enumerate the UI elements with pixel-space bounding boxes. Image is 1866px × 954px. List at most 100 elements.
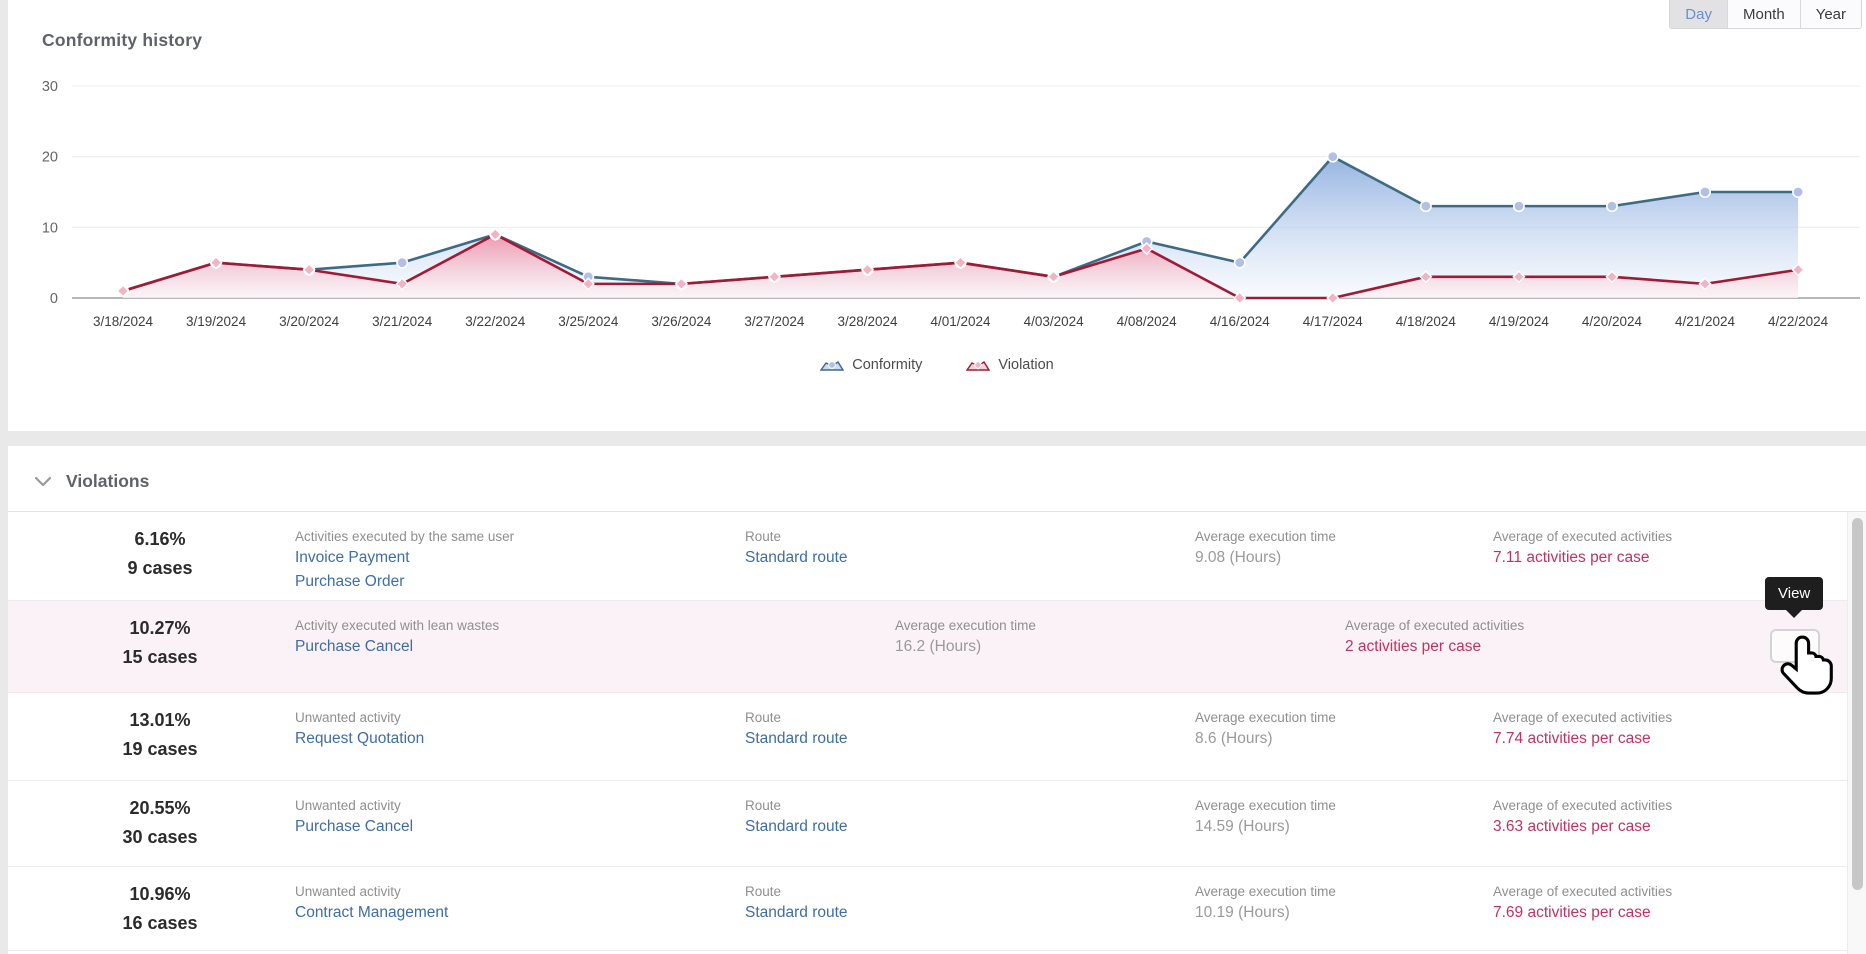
violation-percent: 10.96% (40, 880, 280, 909)
violation-stats: 20.55%30 cases (40, 794, 280, 852)
avg-execution-time-value: 14.59 (Hours) (1195, 815, 1336, 839)
legend-item-conformity[interactable]: Conformity (820, 357, 922, 373)
activity-link[interactable]: Purchase Order (295, 570, 514, 594)
avg-execution-time-label: Average execution time (895, 616, 1036, 635)
route-label: Route (745, 882, 848, 901)
avg-activities-label: Average of executed activities (1345, 616, 1524, 635)
x-axis-tick: 3/19/2024 (186, 314, 247, 329)
activity-link[interactable]: Invoice Payment (295, 546, 514, 570)
conformity-point[interactable] (1607, 201, 1617, 211)
avg-activities-link[interactable]: 7.74 activities per case (1493, 727, 1672, 751)
period-button-day[interactable]: Day (1670, 0, 1727, 28)
violation-row[interactable]: 13.01%19 cases Unwanted activityRequest Q… (8, 693, 1848, 781)
avg-execution-time-value: 9.08 (Hours) (1195, 546, 1336, 570)
violation-case-count: 16 cases (40, 909, 280, 938)
route-label: Route (745, 796, 848, 815)
route-label: Route (745, 708, 848, 727)
avg-activities-link[interactable]: 7.69 activities per case (1493, 901, 1672, 925)
period-button-month[interactable]: Month (1727, 0, 1800, 28)
avg-activities-label: Average of executed activities (1493, 796, 1672, 815)
avg-execution-time-label: Average execution time (1195, 796, 1336, 815)
violations-list: 6.16%9 casesActivities executed by the s… (8, 512, 1848, 951)
avg-activities-column: Average of executed activities7.11 activ… (1493, 527, 1672, 570)
violations-section-header[interactable]: Violations (34, 471, 149, 492)
y-axis-tick-10: 10 (42, 220, 58, 236)
route-column: RouteStandard route (745, 708, 848, 751)
x-axis-tick: 4/03/2024 (1024, 314, 1085, 329)
legend-label: Conformity (852, 357, 922, 373)
conformity-point[interactable] (1514, 201, 1524, 211)
route-link[interactable]: Standard route (745, 546, 848, 570)
violation-row[interactable]: 20.55%30 cases Unwanted activityPurchase … (8, 781, 1848, 867)
x-axis-tick: 4/21/2024 (1675, 314, 1736, 329)
violation-type-column: Unwanted activityContract Management (295, 882, 448, 925)
avg-execution-time-value: 10.19 (Hours) (1195, 901, 1336, 925)
violation-case-count: 9 cases (40, 554, 280, 583)
x-axis-tick: 4/19/2024 (1489, 314, 1550, 329)
conformity-point[interactable] (1793, 187, 1803, 197)
route-column: RouteStandard route (745, 527, 848, 570)
violation-percent: 13.01% (40, 706, 280, 735)
route-link[interactable]: Standard route (745, 727, 848, 751)
avg-activities-link[interactable]: 3.63 activities per case (1493, 815, 1672, 839)
avg-activities-label: Average of executed activities (1493, 882, 1672, 901)
conformity-point[interactable] (1421, 201, 1431, 211)
avg-activities-link[interactable]: 2 activities per case (1345, 635, 1524, 659)
violation-type-label: Unwanted activity (295, 882, 448, 901)
x-axis-tick: 3/22/2024 (465, 314, 526, 329)
period-button-year[interactable]: Year (1800, 0, 1861, 28)
x-axis-tick: 3/21/2024 (372, 314, 433, 329)
x-axis-tick: 4/01/2024 (931, 314, 992, 329)
conformity-point[interactable] (1328, 151, 1338, 161)
violation-row[interactable]: 10.96%16 cases Unwanted activityContract … (8, 867, 1848, 951)
x-axis-tick: 3/25/2024 (558, 314, 619, 329)
x-axis-tick: 4/08/2024 (1117, 314, 1178, 329)
route-link[interactable]: Standard route (745, 901, 848, 925)
y-axis-tick-20: 20 (42, 150, 58, 166)
violation-type-column: Activity executed with lean wastesPurcha… (295, 616, 499, 659)
violation-row[interactable]: 10.27%15 casesActivity executed with lea… (8, 601, 1848, 693)
activity-link[interactable]: Purchase Cancel (295, 815, 413, 839)
x-axis-tick: 3/28/2024 (837, 314, 898, 329)
avg-execution-time-value: 16.2 (Hours) (895, 635, 1036, 659)
violation-type-label: Unwanted activity (295, 708, 424, 727)
scrollbar-track[interactable] (1847, 512, 1866, 954)
activity-link[interactable]: Request Quotation (295, 727, 424, 751)
x-axis-tick: 3/27/2024 (744, 314, 805, 329)
violation-row[interactable]: 6.16%9 casesActivities executed by the s… (8, 512, 1848, 601)
violations-card: Violations 6.16%9 casesActivities execut… (8, 446, 1866, 954)
violation-case-count: 15 cases (40, 643, 280, 672)
violation-case-count: 30 cases (40, 823, 280, 852)
period-toggle-group: DayMonthYear (1669, 0, 1862, 29)
avg-execution-time-label: Average execution time (1195, 708, 1336, 727)
avg-execution-time-column: Average execution time8.6 (Hours) (1195, 708, 1336, 751)
activity-link[interactable]: Purchase Cancel (295, 635, 499, 659)
avg-execution-time-label: Average execution time (1195, 527, 1336, 546)
activity-link[interactable]: Contract Management (295, 901, 448, 925)
legend-item-violation[interactable]: Violation (966, 357, 1053, 373)
x-axis-tick: 4/16/2024 (1210, 314, 1271, 329)
hand-cursor-icon (1778, 634, 1840, 708)
avg-execution-time-column: Average execution time14.59 (Hours) (1195, 796, 1336, 839)
conformity-point[interactable] (1700, 187, 1710, 197)
conformity-legend-marker-icon (820, 358, 844, 372)
route-link[interactable]: Standard route (745, 815, 848, 839)
avg-activities-column: Average of executed activities2 activiti… (1345, 616, 1524, 659)
x-axis-tick: 4/18/2024 (1396, 314, 1457, 329)
conformity-point[interactable] (1235, 257, 1245, 267)
violation-type-column: Unwanted activityPurchase Cancel (295, 796, 413, 839)
violation-type-column: Unwanted activityRequest Quotation (295, 708, 424, 751)
y-axis-tick-0: 0 (50, 291, 58, 307)
avg-activities-link[interactable]: 7.11 activities per case (1493, 546, 1672, 570)
violation-case-count: 19 cases (40, 735, 280, 764)
x-axis-tick: 4/22/2024 (1768, 314, 1829, 329)
avg-activities-column: Average of executed activities7.74 activ… (1493, 708, 1672, 751)
chart-title: Conformity history (42, 30, 202, 51)
avg-activities-label: Average of executed activities (1493, 527, 1672, 546)
avg-activities-column: Average of executed activities7.69 activ… (1493, 882, 1672, 925)
x-axis-tick: 3/20/2024 (279, 314, 340, 329)
violations-title: Violations (66, 471, 149, 492)
conformity-point[interactable] (397, 257, 407, 267)
scrollbar-thumb[interactable] (1852, 518, 1863, 890)
violation-type-label: Activities executed by the same user (295, 527, 514, 546)
